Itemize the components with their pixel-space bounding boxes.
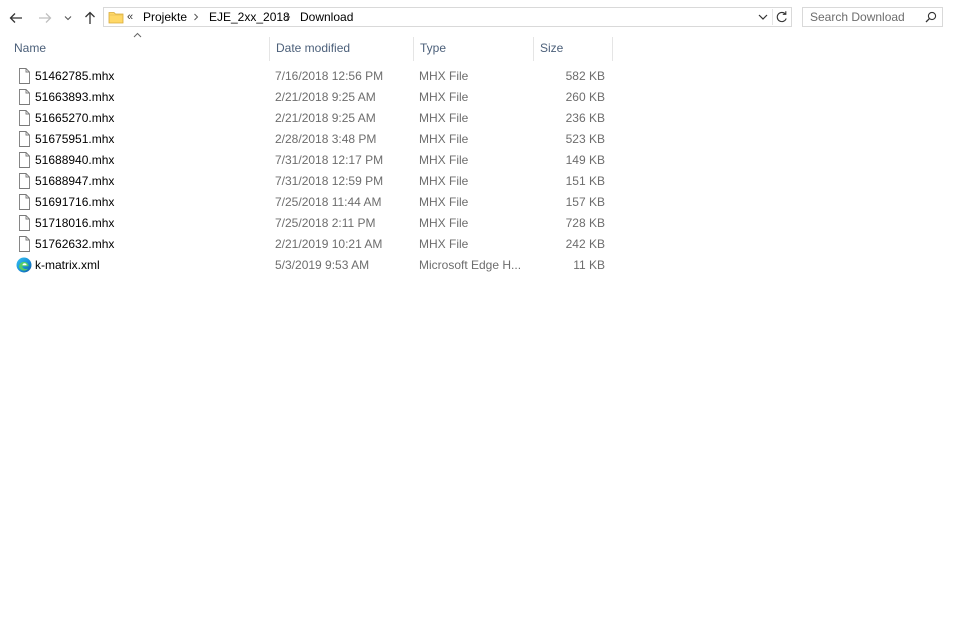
chevron-down-icon bbox=[64, 16, 72, 21]
file-row[interactable]: 51688940.mhx 7/31/2018 12:17 PM MHX File… bbox=[0, 150, 620, 171]
file-row[interactable]: 51762632.mhx 2/21/2019 10:21 AM MHX File… bbox=[0, 234, 620, 255]
file-type: MHX File bbox=[419, 216, 469, 230]
file-size: 149 KB bbox=[565, 153, 605, 167]
arrow-left-icon bbox=[9, 13, 22, 23]
document-icon bbox=[19, 215, 30, 231]
document-icon bbox=[19, 173, 30, 189]
search-box[interactable] bbox=[802, 7, 943, 27]
file-row[interactable]: k-matrix.xml 5/3/2019 9:53 AM Microsoft … bbox=[0, 255, 620, 276]
file-type: MHX File bbox=[419, 195, 469, 209]
forward-button[interactable] bbox=[34, 7, 56, 29]
file-date-modified: 2/21/2019 10:21 AM bbox=[275, 237, 383, 251]
file-size: 582 KB bbox=[565, 69, 605, 83]
file-row[interactable]: 51691716.mhx 7/25/2018 11:44 AM MHX File… bbox=[0, 192, 620, 213]
chevron-down-icon[interactable] bbox=[757, 11, 769, 23]
file-type: MHX File bbox=[419, 69, 469, 83]
column-header-date-modified[interactable]: Date modified bbox=[269, 37, 413, 61]
file-date-modified: 7/25/2018 11:44 AM bbox=[275, 195, 382, 209]
file-name: 51675951.mhx bbox=[35, 132, 115, 146]
file-date-modified: 2/21/2018 9:25 AM bbox=[275, 111, 376, 125]
file-date-modified: 7/25/2018 2:11 PM bbox=[275, 216, 376, 230]
file-list: 51462785.mhx 7/16/2018 12:56 PM MHX File… bbox=[0, 66, 956, 276]
file-row[interactable]: 51663893.mhx 2/21/2018 9:25 AM MHX File … bbox=[0, 87, 620, 108]
search-input[interactable] bbox=[803, 8, 921, 26]
chevron-right-icon[interactable] bbox=[192, 11, 200, 23]
file-size: 11 KB bbox=[573, 258, 605, 272]
breadcrumb-overflow[interactable]: « bbox=[127, 10, 133, 24]
file-row[interactable]: 51688947.mhx 7/31/2018 12:59 PM MHX File… bbox=[0, 171, 620, 192]
file-type: MHX File bbox=[419, 111, 469, 125]
document-icon bbox=[19, 194, 30, 210]
file-name: 51665270.mhx bbox=[35, 111, 115, 125]
arrow-right-icon bbox=[39, 13, 52, 23]
file-type: MHX File bbox=[419, 132, 469, 146]
file-explorer-window: « Projekte EJE_2xx_2018 Download Search … bbox=[0, 0, 956, 633]
file-name: 51718016.mhx bbox=[35, 216, 115, 230]
file-date-modified: 7/31/2018 12:59 PM bbox=[275, 174, 384, 188]
file-type: MHX File bbox=[419, 90, 469, 104]
document-icon bbox=[19, 110, 30, 126]
file-size: 236 KB bbox=[565, 111, 605, 125]
file-type: MHX File bbox=[419, 153, 469, 167]
breadcrumb-eje[interactable]: EJE_2xx_2018 bbox=[209, 10, 290, 24]
column-header-size[interactable]: Size bbox=[533, 37, 613, 61]
file-size: 523 KB bbox=[565, 132, 605, 146]
search-icon[interactable] bbox=[925, 11, 937, 23]
breadcrumb-projekte[interactable]: Projekte bbox=[143, 10, 187, 24]
file-name: k-matrix.xml bbox=[35, 258, 100, 272]
document-icon bbox=[19, 68, 30, 84]
file-name: 51462785.mhx bbox=[35, 69, 115, 83]
recent-locations-button[interactable] bbox=[60, 7, 76, 29]
document-icon bbox=[19, 89, 30, 105]
address-bar[interactable]: « Projekte EJE_2xx_2018 Download bbox=[103, 7, 792, 27]
back-button[interactable] bbox=[5, 7, 27, 29]
file-name: 51691716.mhx bbox=[35, 195, 115, 209]
arrow-up-icon bbox=[85, 11, 95, 24]
file-date-modified: 2/28/2018 3:48 PM bbox=[275, 132, 377, 146]
document-icon bbox=[19, 236, 30, 252]
file-size: 728 KB bbox=[565, 216, 605, 230]
file-type: MHX File bbox=[419, 174, 469, 188]
edge-icon bbox=[16, 257, 32, 273]
breadcrumb-download[interactable]: Download bbox=[300, 10, 353, 24]
divider bbox=[772, 9, 773, 25]
file-row[interactable]: 51675951.mhx 2/28/2018 3:48 PM MHX File … bbox=[0, 129, 620, 150]
document-icon bbox=[19, 131, 30, 147]
file-date-modified: 7/16/2018 12:56 PM bbox=[275, 69, 384, 83]
column-header-name[interactable]: Name bbox=[8, 37, 269, 61]
refresh-icon[interactable] bbox=[775, 10, 788, 24]
file-date-modified: 2/21/2018 9:25 AM bbox=[275, 90, 376, 104]
up-button[interactable] bbox=[79, 7, 101, 29]
file-row[interactable]: 51462785.mhx 7/16/2018 12:56 PM MHX File… bbox=[0, 66, 620, 87]
column-header-row: Name Date modified Type Size bbox=[0, 32, 956, 61]
file-name: 51762632.mhx bbox=[35, 237, 115, 251]
file-date-modified: 7/31/2018 12:17 PM bbox=[275, 153, 384, 167]
file-type: MHX File bbox=[419, 237, 469, 251]
folder-icon bbox=[108, 12, 124, 24]
file-type: Microsoft Edge H... bbox=[419, 258, 522, 272]
file-row[interactable]: 51665270.mhx 2/21/2018 9:25 AM MHX File … bbox=[0, 108, 620, 129]
file-date-modified: 5/3/2019 9:53 AM bbox=[275, 258, 370, 272]
file-name: 51663893.mhx bbox=[35, 90, 115, 104]
document-icon bbox=[19, 152, 30, 168]
file-size: 151 KB bbox=[565, 174, 605, 188]
file-size: 260 KB bbox=[565, 90, 605, 104]
file-size: 242 KB bbox=[565, 237, 605, 251]
chevron-right-icon[interactable] bbox=[284, 11, 292, 23]
navigation-bar: « Projekte EJE_2xx_2018 Download bbox=[0, 0, 956, 36]
column-header-type[interactable]: Type bbox=[413, 37, 533, 61]
file-row[interactable]: 51718016.mhx 7/25/2018 2:11 PM MHX File … bbox=[0, 213, 620, 234]
file-size: 157 KB bbox=[565, 195, 605, 209]
file-name: 51688940.mhx bbox=[35, 153, 115, 167]
file-name: 51688947.mhx bbox=[35, 174, 115, 188]
